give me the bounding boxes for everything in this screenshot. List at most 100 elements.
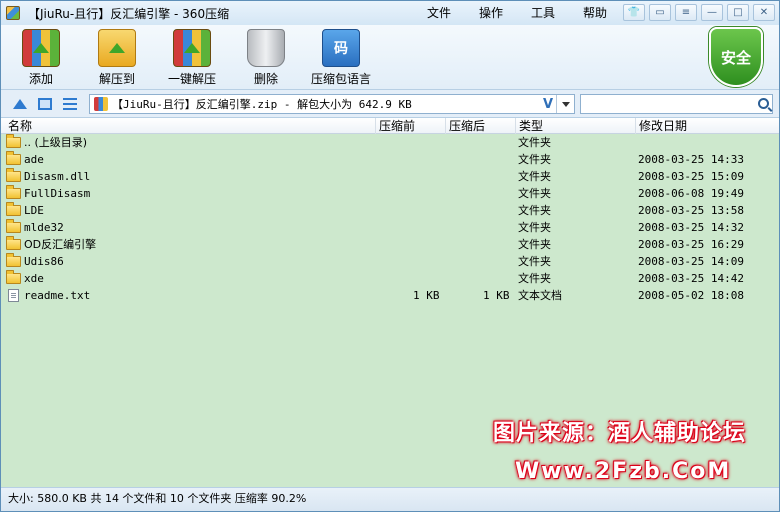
- menu-file[interactable]: 文件: [413, 1, 465, 25]
- file-modified: 2008-05-02 18:08: [638, 289, 744, 302]
- extract-to-icon: [98, 29, 136, 67]
- folder-icon: [6, 219, 21, 233]
- file-name: mlde32: [24, 221, 64, 234]
- file-type: 文件夹: [518, 255, 551, 268]
- path-dropdown-button[interactable]: [556, 95, 574, 113]
- column-name[interactable]: 名称: [5, 118, 376, 134]
- close-button[interactable]: ✕: [753, 4, 775, 21]
- minimize-button[interactable]: —: [701, 4, 723, 21]
- column-size[interactable]: 压缩前: [376, 118, 446, 134]
- main-menu-icon[interactable]: ≡: [675, 4, 697, 21]
- file-type: 文件夹: [518, 187, 551, 200]
- folder-icon: [6, 253, 21, 267]
- menu-operation[interactable]: 操作: [465, 1, 517, 25]
- security-shield-badge[interactable]: 安全: [709, 27, 763, 87]
- column-packed[interactable]: 压缩后: [446, 118, 516, 134]
- menu-help[interactable]: 帮助: [569, 1, 621, 25]
- folder-icon: [6, 202, 21, 216]
- file-name: FullDisasm: [24, 187, 91, 200]
- file-type: 文件夹: [518, 136, 551, 149]
- feedback-icon[interactable]: ▭: [649, 4, 671, 21]
- add-button[interactable]: 添加: [6, 29, 76, 87]
- file-type: 文件夹: [518, 153, 551, 166]
- trash-icon: [247, 29, 285, 67]
- file-type: 文件夹: [518, 221, 551, 234]
- table-row[interactable]: mlde32 文件夹 2008-03-25 14:32: [1, 219, 779, 236]
- column-type[interactable]: 类型: [516, 118, 636, 134]
- table-row[interactable]: Udis86 文件夹 2008-03-25 14:09: [1, 253, 779, 270]
- one-click-extract-label: 一键解压: [167, 72, 216, 86]
- skin-icon[interactable]: 👕: [623, 4, 645, 21]
- search-input[interactable]: [580, 94, 773, 114]
- file-name: readme.txt: [24, 289, 91, 302]
- column-modified[interactable]: 修改日期: [636, 118, 779, 134]
- folder-icon: [6, 185, 21, 199]
- list-view-button[interactable]: [61, 95, 79, 113]
- table-row[interactable]: ade 文件夹 2008-03-25 14:33: [1, 151, 779, 168]
- archive-language-icon: 码: [322, 29, 360, 67]
- file-name: OD反汇编引擎: [24, 238, 97, 251]
- icon-view-icon: [38, 98, 52, 110]
- text-file-icon: [8, 289, 19, 302]
- maximize-button[interactable]: □: [727, 4, 749, 21]
- folder-icon: [6, 168, 21, 182]
- table-row[interactable]: xde 文件夹 2008-03-25 14:42: [1, 270, 779, 287]
- file-name: xde: [24, 272, 44, 285]
- table-row[interactable]: readme.txt 1 KB 1 KB 文本文档 2008-05-02 18:…: [1, 287, 779, 304]
- file-size: 1 KB: [413, 289, 440, 302]
- add-label: 添加: [28, 72, 53, 86]
- path-field[interactable]: 【JiuRu-且行】反汇编引擎.zip - 解包大小为 642.9 KB V: [89, 94, 575, 114]
- window-title: 【JiuRu-且行】反汇编引擎 - 360压缩: [28, 6, 230, 21]
- menu-tools[interactable]: 工具: [517, 1, 569, 25]
- file-type: 文件夹: [518, 170, 551, 183]
- file-name: Disasm.dll: [24, 170, 91, 183]
- file-type: 文本文档: [518, 289, 562, 302]
- security-label: 安全: [720, 48, 751, 67]
- one-click-extract-button[interactable]: 一键解压: [157, 29, 227, 87]
- folder-icon: [6, 270, 21, 284]
- path-text: 【JiuRu-且行】反汇编引擎.zip - 解包大小为 642.9 KB: [112, 98, 412, 111]
- extract-to-button[interactable]: 解压到: [82, 29, 152, 87]
- delete-button[interactable]: 删除: [231, 29, 301, 87]
- table-row[interactable]: OD反汇编引擎 文件夹 2008-03-25 16:29: [1, 236, 779, 253]
- table-row[interactable]: FullDisasm 文件夹 2008-06-08 19:49: [1, 185, 779, 202]
- file-name: ade: [24, 153, 44, 166]
- file-packed-size: 1 KB: [483, 289, 510, 302]
- archive-icon: [94, 97, 108, 111]
- verify-icon[interactable]: V: [540, 97, 556, 112]
- file-modified: 2008-06-08 19:49: [638, 187, 744, 200]
- file-modified: 2008-03-25 15:09: [638, 170, 744, 183]
- file-modified: 2008-03-25 14:32: [638, 221, 744, 234]
- app-logo-icon: [6, 6, 20, 20]
- file-modified: 2008-03-25 16:29: [638, 238, 744, 251]
- window-controls: 👕 ▭ ≡ — □ ✕: [623, 4, 775, 21]
- go-up-button[interactable]: [11, 95, 29, 113]
- one-click-extract-icon: [173, 29, 211, 67]
- address-bar: 【JiuRu-且行】反汇编引擎.zip - 解包大小为 642.9 KB V: [1, 90, 779, 118]
- file-type: 文件夹: [518, 238, 551, 251]
- toolbar: 添加 解压到 一键解压 删除 码 压缩包语言: [1, 25, 779, 90]
- app-window: 【JiuRu-且行】反汇编引擎 - 360压缩 文件 操作 工具 帮助 👕 ▭ …: [0, 0, 780, 512]
- file-type: 文件夹: [518, 272, 551, 285]
- up-arrow-icon: [13, 99, 27, 109]
- add-archive-icon: [22, 29, 60, 67]
- table-row[interactable]: Disasm.dll 文件夹 2008-03-25 15:09: [1, 168, 779, 185]
- file-type: 文件夹: [518, 204, 551, 217]
- archive-language-button[interactable]: 码 压缩包语言: [306, 29, 376, 87]
- file-modified: 2008-03-25 14:33: [638, 153, 744, 166]
- icon-view-button[interactable]: [36, 95, 54, 113]
- table-row[interactable]: LDE 文件夹 2008-03-25 13:58: [1, 202, 779, 219]
- file-modified: 2008-03-25 14:42: [638, 272, 744, 285]
- table-row[interactable]: .. (上级目录) 文件夹: [1, 134, 779, 151]
- watermark-url-text: Www.2Fzb.CoM: [515, 459, 732, 484]
- delete-label: 删除: [253, 72, 278, 86]
- folder-icon: [6, 236, 21, 250]
- title-bar[interactable]: 【JiuRu-且行】反汇编引擎 - 360压缩 文件 操作 工具 帮助 👕 ▭ …: [1, 1, 779, 25]
- file-modified: 2008-03-25 14:09: [638, 255, 744, 268]
- file-list-header: 名称 压缩前 压缩后 类型 修改日期: [1, 118, 779, 134]
- list-view-icon: [63, 98, 77, 110]
- file-name: .. (上级目录): [24, 136, 88, 149]
- file-modified: 2008-03-25 13:58: [638, 204, 744, 217]
- search-icon[interactable]: [758, 98, 769, 109]
- watermark-source-text: 图片来源：酒人辅助论坛: [493, 421, 747, 446]
